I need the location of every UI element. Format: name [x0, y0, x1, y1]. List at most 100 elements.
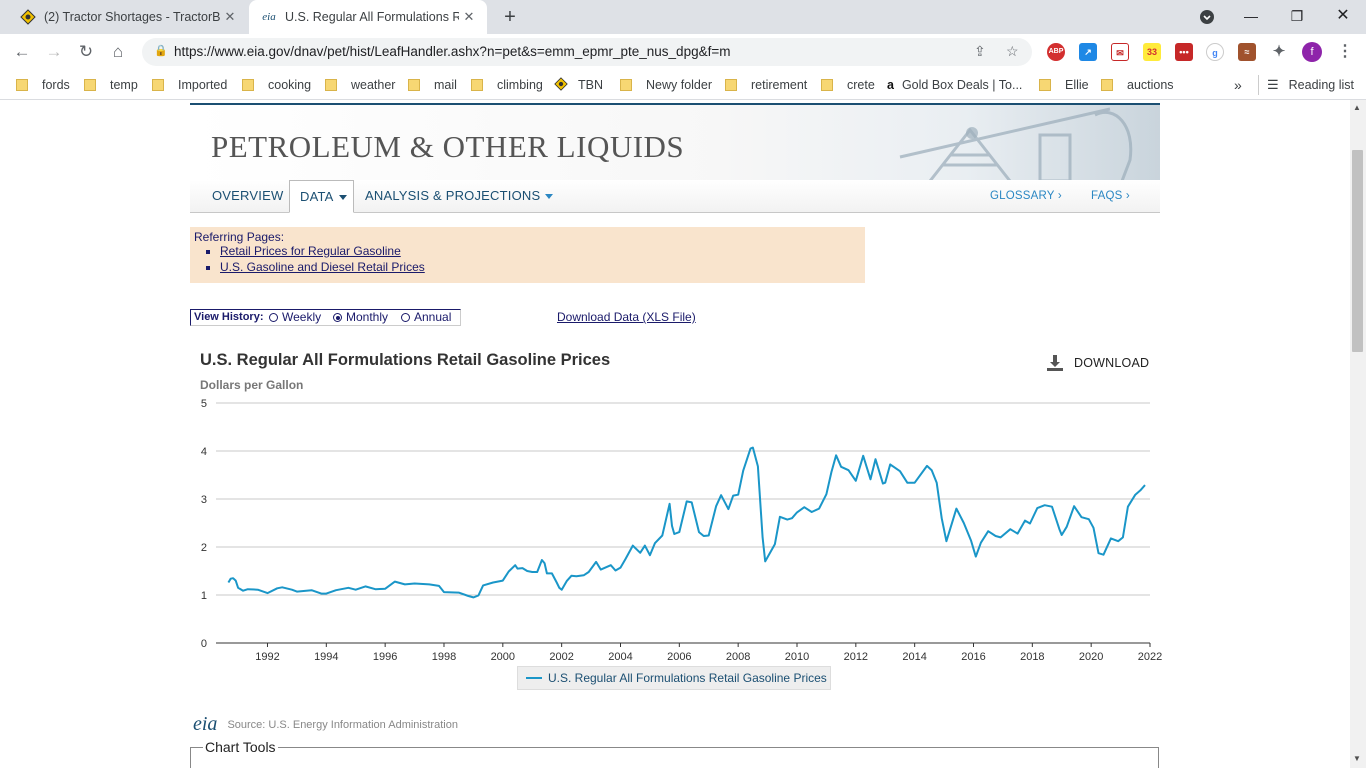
counter-extension-icon[interactable]: 33	[1143, 43, 1161, 61]
restore-button[interactable]: ❐	[1274, 0, 1320, 34]
radio-label[interactable]: Weekly	[282, 310, 321, 324]
chart-title: U.S. Regular All Formulations Retail Gas…	[200, 351, 611, 369]
page-scrollbar[interactable]: ▲ ▼	[1350, 100, 1366, 768]
minimize-button[interactable]: —	[1228, 0, 1274, 34]
reading-list-button[interactable]: ☰ Reading list	[1258, 75, 1354, 95]
url-text: https://www.eia.gov/dnav/pet/hist/LeafHa…	[174, 44, 731, 59]
lock-icon[interactable]: 🔒	[154, 44, 168, 57]
download-icon	[1046, 355, 1064, 371]
bookmark-folder[interactable]: crete	[821, 76, 875, 94]
bookmark-folder[interactable]: climbing	[471, 76, 543, 94]
referring-link[interactable]: Retail Prices for Regular Gasoline	[220, 244, 401, 258]
bookmark-folder[interactable]: weather	[325, 76, 395, 94]
nav-glossary[interactable]: GLOSSARY ›	[990, 180, 1062, 212]
y-tick-label: 3	[201, 494, 207, 506]
mail-extension-icon[interactable]: ✉	[1111, 43, 1129, 61]
line-chart: 0 1 2 3 4 5 1992 1994 1996 1998 2000 2002 2004 2006 20…	[201, 398, 1162, 663]
caret-down-icon	[545, 194, 554, 200]
x-tick-label: 2012	[844, 651, 868, 663]
referring-link[interactable]: U.S. Gasoline and Diesel Retail Prices	[220, 260, 425, 274]
bookmark-folder[interactable]: auctions	[1101, 76, 1174, 94]
folder-icon	[620, 79, 632, 91]
nav-analysis-projections[interactable]: ANALYSIS & PROJECTIONS	[365, 180, 554, 212]
amazon-favicon-icon: a	[887, 78, 894, 92]
tab-tractorbynet[interactable]: (2) Tractor Shortages - TractorByNet ✕	[8, 0, 248, 34]
google-extension-icon[interactable]: g	[1206, 43, 1224, 61]
radio-weekly[interactable]	[269, 313, 278, 322]
bookmark-folder[interactable]: Ellie	[1039, 76, 1089, 94]
referring-pages-box: Referring Pages: Retail Prices for Regul…	[190, 227, 865, 283]
scroll-down-icon[interactable]: ▼	[1353, 754, 1361, 763]
nav-data[interactable]: DATA	[289, 180, 354, 213]
list-item: Retail Prices for Regular Gasoline	[220, 243, 425, 259]
page-title: PETROLEUM & OTHER LIQUIDS	[211, 129, 685, 164]
back-button[interactable]: ←	[10, 40, 34, 64]
tractorbynet-favicon-icon	[20, 9, 36, 25]
nav-overview[interactable]: OVERVIEW	[212, 180, 283, 212]
new-tab-button[interactable]: +	[498, 5, 522, 29]
bookmark-link[interactable]: a Gold Box Deals | To...	[887, 76, 1022, 94]
close-window-button[interactable]: ✕	[1320, 0, 1366, 34]
folder-icon	[1101, 79, 1113, 91]
folder-icon	[408, 79, 420, 91]
bookmark-folder[interactable]: retirement	[725, 76, 807, 94]
x-tick-label: 2006	[667, 651, 691, 663]
nav-faqs[interactable]: FAQS ›	[1091, 180, 1130, 212]
legend-label: U.S. Regular All Formulations Retail Gas…	[548, 671, 827, 685]
bookmark-star-icon[interactable]: ☆	[1006, 43, 1019, 60]
view-history-selector: View History: Weekly Monthly Annual	[190, 309, 461, 326]
folder-icon	[471, 79, 483, 91]
adblock-extension-icon[interactable]: ABP	[1047, 43, 1065, 61]
more-bookmarks-button[interactable]: »	[1234, 76, 1242, 94]
dots-extension-icon[interactable]: •••	[1175, 43, 1193, 61]
chart-download-button[interactable]: DOWNLOAD	[1046, 355, 1149, 371]
folder-icon	[152, 79, 164, 91]
folder-icon	[84, 79, 96, 91]
tab-search-button[interactable]	[1184, 0, 1230, 34]
browser-toolbar: ← → ↻ ⌂ 🔒 https://www.eia.gov/dnav/pet/h…	[0, 34, 1366, 71]
x-tick-label: 2002	[549, 651, 573, 663]
radio-label[interactable]: Annual	[414, 310, 451, 324]
close-tab-icon[interactable]: ✕	[220, 9, 240, 25]
extensions-puzzle-icon[interactable]: ✦	[1270, 43, 1288, 61]
list-item: U.S. Gasoline and Diesel Retail Prices	[220, 259, 425, 275]
download-xls-link[interactable]: Download Data (XLS File)	[557, 310, 696, 324]
y-tick-label: 5	[201, 398, 207, 410]
address-bar[interactable]: 🔒 https://www.eia.gov/dnav/pet/hist/Leaf…	[142, 38, 1032, 66]
folder-icon	[725, 79, 737, 91]
share-icon[interactable]: ⇪	[974, 43, 986, 60]
radio-label[interactable]: Monthly	[346, 310, 388, 324]
bookmark-folder[interactable]: fords	[16, 76, 70, 94]
radio-monthly[interactable]	[333, 313, 342, 322]
bookmark-folder[interactable]: Newy folder	[620, 76, 712, 94]
bookmark-folder[interactable]: Imported	[152, 76, 227, 94]
bookmark-folder[interactable]: cooking	[242, 76, 311, 94]
bookmark-folder[interactable]: mail	[408, 76, 457, 94]
chart-legend[interactable]: U.S. Regular All Formulations Retail Gas…	[517, 666, 831, 690]
link-extension-icon[interactable]: ↗	[1079, 43, 1097, 61]
x-tick-label: 2022	[1138, 651, 1162, 663]
brown-extension-icon[interactable]: ≈	[1238, 43, 1256, 61]
home-button[interactable]: ⌂	[106, 40, 130, 64]
reload-button[interactable]: ↻	[74, 40, 98, 64]
x-tick-label: 2016	[961, 651, 985, 663]
series-line	[227, 446, 1146, 599]
scrollbar-thumb[interactable]	[1352, 150, 1363, 352]
bookmarks-bar: fords temp Imported cooking weather mail…	[0, 71, 1366, 100]
referring-pages-label: Referring Pages:	[194, 230, 285, 244]
menu-kebab-icon[interactable]: ⋮	[1336, 43, 1354, 61]
x-tick-label: 1994	[314, 651, 338, 663]
profile-avatar[interactable]: f	[1302, 42, 1322, 62]
eia-logo: eia	[193, 713, 218, 735]
tbn-favicon-icon	[554, 76, 568, 94]
radio-annual[interactable]	[401, 313, 410, 322]
tab-eia[interactable]: eia U.S. Regular All Formulations Retail…	[249, 0, 487, 34]
scroll-up-icon[interactable]: ▲	[1353, 103, 1361, 112]
oil-pump-jack-icon	[899, 107, 1133, 181]
view-history-label: View History:	[194, 311, 264, 323]
bookmark-link[interactable]: TBN	[554, 76, 603, 94]
close-tab-icon[interactable]: ✕	[459, 9, 479, 25]
bookmark-folder[interactable]: temp	[84, 76, 138, 94]
folder-icon	[16, 79, 28, 91]
forward-button[interactable]: →	[42, 40, 66, 64]
